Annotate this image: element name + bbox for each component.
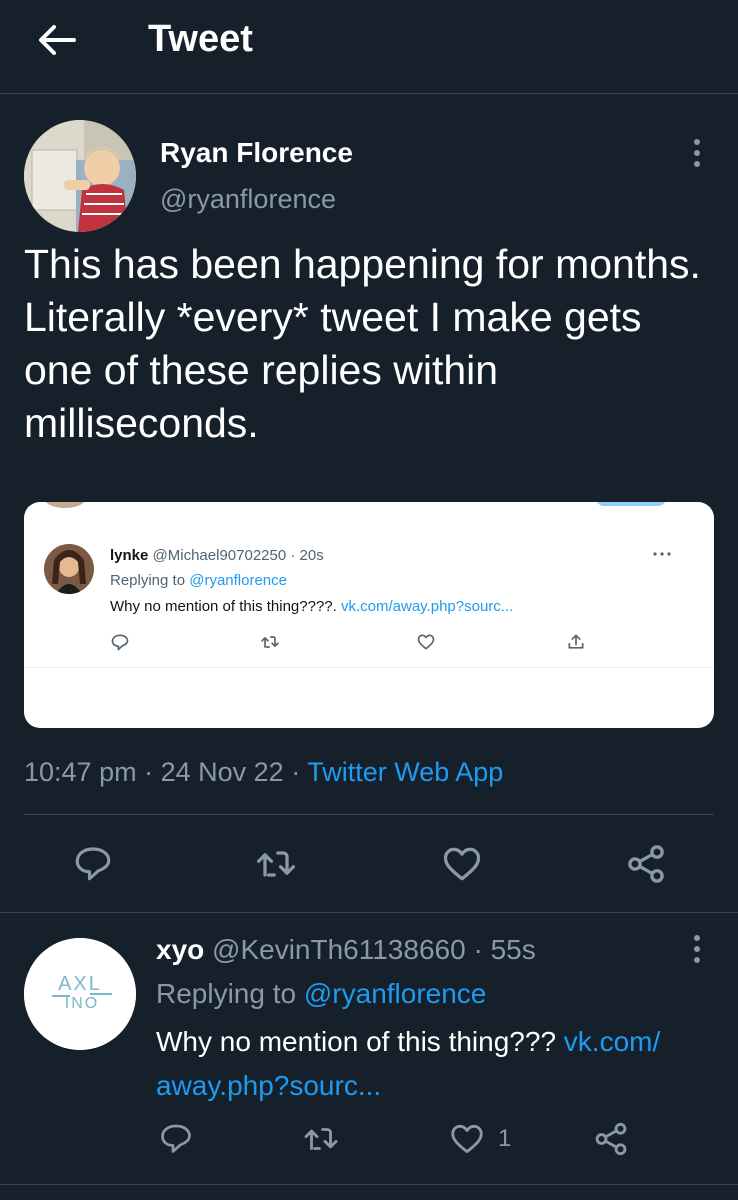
tweet-source[interactable]: Twitter Web App (307, 757, 503, 787)
embedded-separator: · (290, 547, 296, 564)
reply-header: xyo @KevinTh61138660 · 55s (156, 932, 536, 968)
retweet-icon[interactable] (302, 1120, 340, 1158)
reply-replying-prefix: Replying to (156, 978, 297, 1009)
embedded-link: vk.com/away.php?sourc... (340, 598, 514, 615)
reply-message: Why no mention of this thing??? (156, 1026, 557, 1057)
divider (0, 1184, 738, 1185)
more-vertical-icon[interactable] (680, 932, 714, 966)
reply-text: Why no mention of this thing??? vk.com/ … (156, 1020, 726, 1108)
like-icon[interactable] (440, 842, 484, 886)
embedded-screenshot[interactable]: lynke @Michael90702250 · 20s Replying to… (24, 502, 714, 728)
reply-replying-to: Replying to @ryanflorence (156, 976, 486, 1012)
meta-separator-1: · (144, 757, 154, 787)
embedded-reply-icon (110, 632, 130, 652)
more-vertical-icon[interactable] (680, 136, 714, 170)
embedded-like-icon (416, 632, 436, 652)
reply-replying-handle[interactable]: @ryanflorence (304, 978, 487, 1009)
cropped-button (596, 502, 666, 506)
reply-handle[interactable]: @KevinTh61138660 (212, 934, 466, 965)
tweet-text: This has been happening for months. Lite… (24, 241, 701, 446)
reply-avatar[interactable]: AXL INO (24, 938, 136, 1050)
page-title: Tweet (148, 18, 253, 60)
top-bar (0, 0, 738, 94)
tweet-time: 10:47 pm (24, 757, 137, 787)
author-handle[interactable]: @ryanflorence (160, 182, 336, 216)
embedded-author: lynke @Michael90702250 · 20s (110, 547, 324, 565)
author-avatar[interactable] (24, 120, 136, 232)
embedded-message: Why no mention of this thing????. (110, 598, 337, 615)
more-horizontal-icon (652, 550, 672, 558)
embedded-time: 20s (299, 547, 324, 564)
embedded-replying-prefix: Replying to (110, 572, 186, 589)
embedded-name: lynke (110, 547, 149, 564)
embedded-replying-to: Replying to @ryanflorence (110, 572, 287, 590)
meta-separator-2: · (291, 757, 301, 787)
reply-name[interactable]: xyo (156, 934, 204, 965)
avatar-logo-text: AXL (58, 973, 102, 995)
back-arrow-icon[interactable] (34, 20, 80, 60)
embedded-avatar (44, 544, 94, 594)
like-count: 1 (498, 1125, 512, 1152)
embedded-divider (24, 667, 714, 668)
like-icon[interactable] (448, 1120, 486, 1158)
reply-separator: · (473, 934, 483, 965)
reply-icon[interactable] (72, 842, 114, 884)
embedded-text: Why no mention of this thing????. vk.com… (110, 598, 513, 616)
retweet-icon[interactable] (254, 842, 298, 886)
embedded-upload-icon (566, 632, 586, 652)
reply-time[interactable]: 55s (491, 934, 536, 965)
embedded-retweet-icon (260, 632, 280, 652)
tweet-date[interactable]: 24 Nov 22 (161, 757, 284, 787)
embedded-handle: @Michael90702250 (152, 547, 287, 564)
share-icon[interactable] (624, 842, 668, 886)
embedded-replying-handle: @ryanflorence (189, 572, 287, 589)
author-name[interactable]: Ryan Florence (160, 136, 353, 170)
tweet-meta: 10:47 pm · 24 Nov 22 · Twitter Web App (24, 754, 503, 790)
share-icon[interactable] (592, 1120, 630, 1158)
divider (24, 814, 714, 815)
cropped-avatar (44, 502, 86, 508)
divider (0, 912, 738, 913)
svg-text:INO: INO (65, 995, 99, 1012)
reply-icon[interactable] (158, 1120, 194, 1156)
